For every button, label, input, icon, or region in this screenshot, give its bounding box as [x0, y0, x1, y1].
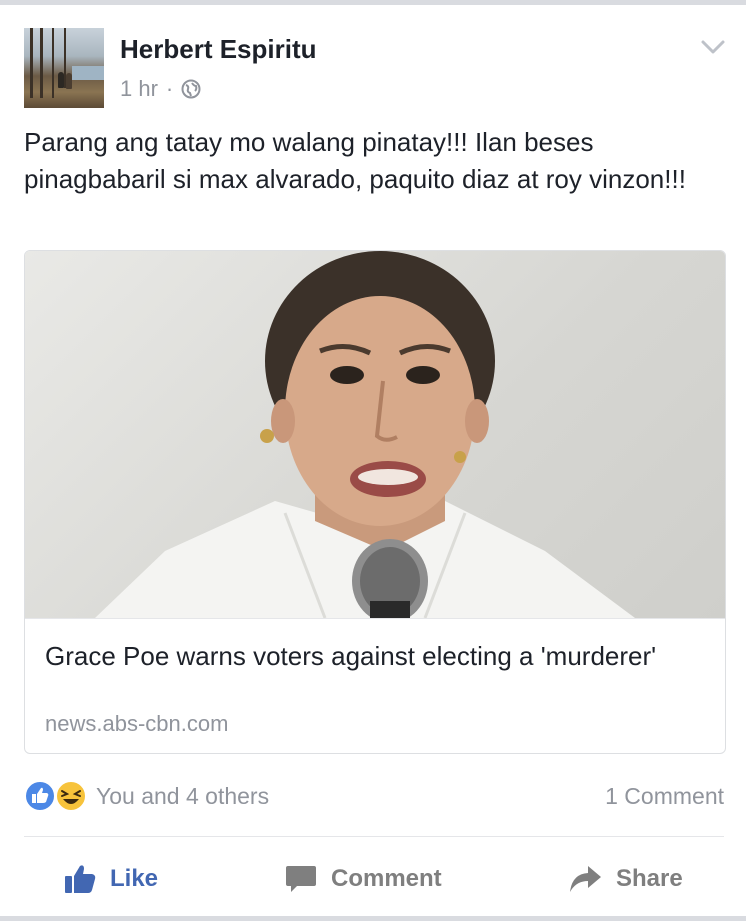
avatar-tree	[40, 28, 43, 98]
share-button[interactable]: Share	[568, 850, 683, 908]
like-label: Like	[110, 865, 159, 892]
post-meta: 1 hr ·	[120, 76, 201, 102]
comment-count[interactable]: 1 Comment	[605, 783, 724, 810]
link-preview-image	[25, 251, 725, 618]
haha-reaction-icon	[55, 780, 87, 812]
meta-separator: ·	[165, 76, 174, 101]
like-reaction-icon	[24, 780, 56, 812]
divider	[24, 836, 724, 837]
link-title[interactable]: Grace Poe warns voters against electing …	[45, 639, 685, 674]
avatar-tree	[30, 28, 33, 98]
link-preview-caption[interactable]: Grace Poe warns voters against electing …	[25, 618, 725, 753]
reactions-text[interactable]: You and 4 others	[96, 783, 269, 810]
comment-icon	[286, 866, 316, 892]
like-button[interactable]: Like	[64, 850, 158, 908]
comment-label: Comment	[331, 865, 442, 892]
avatar-person	[58, 72, 64, 88]
reactions-summary: You and 4 others 1 Comment	[24, 778, 724, 814]
avatar-tree	[52, 28, 54, 98]
share-arrow-icon	[570, 866, 601, 892]
share-label: Share	[616, 865, 683, 892]
avatar-person	[66, 73, 72, 89]
post-timestamp[interactable]: 1 hr	[120, 76, 158, 102]
author-name[interactable]: Herbert Espiritu	[120, 34, 317, 65]
author-avatar[interactable]	[24, 28, 104, 108]
post-text: Parang ang tatay mo walang pinatay!!! Il…	[24, 127, 686, 194]
thumbs-up-icon	[65, 865, 96, 893]
link-domain: news.abs-cbn.com	[45, 711, 229, 736]
action-bar: Like Comment Share	[0, 850, 746, 908]
avatar-water	[72, 66, 104, 80]
globe-icon	[181, 79, 201, 99]
top-border	[0, 0, 746, 5]
comment-button[interactable]: Comment	[285, 850, 442, 908]
bottom-border	[0, 916, 746, 921]
link-preview-card[interactable]: Grace Poe warns voters against electing …	[24, 250, 726, 754]
news-photo	[95, 251, 635, 618]
reaction-icons[interactable]	[24, 780, 90, 812]
chevron-down-icon[interactable]	[700, 38, 726, 56]
